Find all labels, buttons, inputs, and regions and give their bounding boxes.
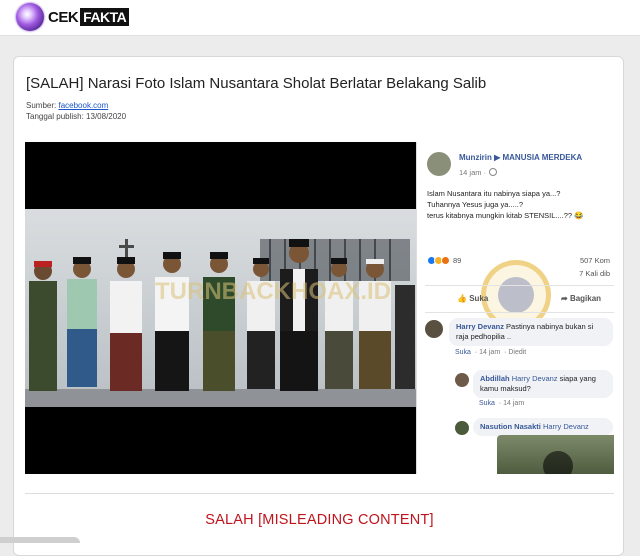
commenter-avatar[interactable] [455, 421, 469, 435]
comment-time[interactable]: 14 jam [479, 349, 500, 356]
publish-date: Tanggal publish: 13/08/2020 [26, 112, 127, 121]
share-arrow-icon: ➦ [561, 294, 568, 303]
like-label: Suka [469, 294, 489, 303]
post-time[interactable]: 14 jam · [459, 168, 486, 177]
logo-text-cek: CEK [48, 8, 79, 26]
post-photo[interactable]: TURNBACKHOAX.ID [25, 142, 416, 474]
post-text: Islam Nusantara itu nabinya siapa ya...?… [427, 189, 584, 220]
source-label: Sumber: [26, 101, 59, 110]
article-card: [SALAH] Narasi Foto Islam Nusantara Shol… [13, 56, 624, 556]
share-button[interactable]: ➦ Bagikan [561, 294, 601, 303]
shares-count[interactable]: 7 Kali dib [579, 269, 610, 278]
article-source: Sumber: facebook.com [26, 101, 108, 110]
commenter-avatar[interactable] [455, 373, 469, 387]
share-label: Bagikan [569, 294, 602, 303]
commenter-avatar[interactable] [425, 320, 443, 338]
reaction-count: 89 [453, 256, 462, 265]
article-title: [SALAH] Narasi Foto Islam Nusantara Shol… [26, 75, 487, 92]
comment-like-link[interactable]: Suka [455, 349, 471, 356]
post-author[interactable]: Munzirin ▶ MANUSIA MERDEKA [459, 153, 582, 162]
prayer-photo-image: TURNBACKHOAX.ID [25, 209, 416, 407]
comment-actions: Suka · 14 jam [479, 400, 525, 407]
reply-bubble: Nasution Nasakti Harry Devanz [473, 418, 613, 436]
logo-text-fakta: FAKTA [80, 8, 130, 26]
comment-mention[interactable]: Harry Devanz [543, 422, 589, 431]
cekfakta-orb-logo-icon [16, 3, 44, 31]
facebook-post-screenshot: TURNBACKHOAX.ID Munzirin ▶ MANUSIA MERDE… [25, 142, 614, 474]
verdict-label: SALAH [MISLEADING CONTENT] [205, 512, 434, 528]
comment-mention[interactable]: Harry Devanz [512, 374, 558, 383]
thumbs-up-icon: 👍 [457, 294, 467, 303]
source-link[interactable]: facebook.com [58, 101, 108, 110]
top-navbar: CEK FAKTA [0, 0, 640, 36]
divider [425, 285, 614, 286]
comment-actions: Suka · 14 jam · Diedit [455, 349, 527, 356]
divider [25, 493, 614, 494]
scrollbar-thumb[interactable] [0, 537, 80, 543]
comment-author[interactable]: Nasution Nasakti [480, 422, 541, 431]
globe-icon [489, 168, 497, 176]
photo-watermark: TURNBACKHOAX.ID [155, 278, 391, 305]
divider [425, 312, 614, 313]
comment-author[interactable]: Abdillah [480, 374, 510, 383]
site-logo[interactable]: CEK FAKTA [16, 3, 130, 31]
reply-bubble: Abdillah Harry Devanz siapa yang kamu ma… [473, 370, 613, 398]
comment-bubble: Harry Devanz Pastinya nabinya bukan si r… [449, 318, 613, 346]
comment-edited: Diedit [508, 349, 527, 356]
comments-count[interactable]: 507 Kom [580, 256, 610, 265]
reaction-summary[interactable]: 89 [427, 256, 461, 265]
play-icon[interactable] [543, 451, 573, 474]
comment-video-thumbnail[interactable] [497, 435, 614, 474]
author-avatar[interactable] [427, 152, 451, 176]
comment-time[interactable]: 14 jam [503, 400, 524, 407]
comment-like-link[interactable]: Suka [479, 400, 495, 407]
like-button[interactable]: 👍 Suka [457, 294, 488, 303]
facebook-post-sidebar: Munzirin ▶ MANUSIA MERDEKA 14 jam · Isla… [416, 142, 614, 474]
wow-reaction-icon [441, 256, 450, 265]
comment-author[interactable]: Harry Devanz [456, 322, 504, 331]
